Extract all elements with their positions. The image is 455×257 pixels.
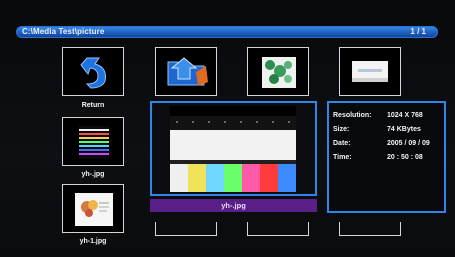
empty-thumbnail-slot <box>155 222 217 236</box>
page-indicator: 1 / 1 <box>410 27 426 36</box>
preview-image <box>170 106 296 192</box>
empty-thumbnail-slot <box>339 222 401 236</box>
info-panel: Resolution: 1024 X 768 Size: 74 KBytes D… <box>327 101 446 213</box>
folder-up-icon <box>162 54 210 89</box>
thumbnail-slide[interactable] <box>339 47 401 96</box>
path-bar: C:\Media Test\picture 1 / 1 <box>16 26 438 38</box>
date-label: Date: <box>333 140 351 147</box>
info-row-resolution: Resolution: 1024 X 768 <box>333 111 445 121</box>
return-label: Return <box>81 102 105 109</box>
time-value: 20 : 50 : 08 <box>387 154 423 161</box>
flowers-thumbnail-image <box>75 193 113 226</box>
empty-thumbnail-slot <box>247 222 309 236</box>
color-lines-thumbnail-image <box>79 126 109 159</box>
resolution-label: Resolution: <box>333 112 372 119</box>
size-label: Size: <box>333 126 350 133</box>
info-row-size: Size: 74 KBytes <box>333 125 445 135</box>
thumbnail-label-yh-1-jpg: yh-1.jpg <box>79 238 107 245</box>
time-label: Time: <box>333 154 352 161</box>
info-row-date: Date: 2005 / 09 / 09 <box>333 139 445 149</box>
thumbnail-label-yh-jpg: yh-.jpg <box>81 171 105 178</box>
info-row-time: Time: 20 : 50 : 08 <box>333 153 445 163</box>
date-value: 2005 / 09 / 09 <box>387 140 430 147</box>
slide-thumbnail-image <box>352 61 388 82</box>
resolution-value: 1024 X 768 <box>387 112 423 119</box>
preview-filename-bar: yh-.jpg <box>150 199 317 212</box>
folder-up-tile[interactable] <box>155 47 217 96</box>
size-value: 74 KBytes <box>387 126 421 133</box>
return-tile[interactable] <box>62 47 124 96</box>
media-browser-screen: C:\Media Test\picture 1 / 1 Return yh-.j… <box>0 0 455 257</box>
thumbnail-yh-jpg[interactable] <box>62 117 124 166</box>
thumbnail-yh-1-jpg[interactable] <box>62 184 124 233</box>
current-path: C:\Media Test\picture <box>22 27 105 36</box>
return-icon <box>69 54 117 89</box>
preview-panel <box>150 101 317 196</box>
thumbnail-map[interactable] <box>247 47 309 96</box>
map-thumbnail-image <box>262 57 296 88</box>
